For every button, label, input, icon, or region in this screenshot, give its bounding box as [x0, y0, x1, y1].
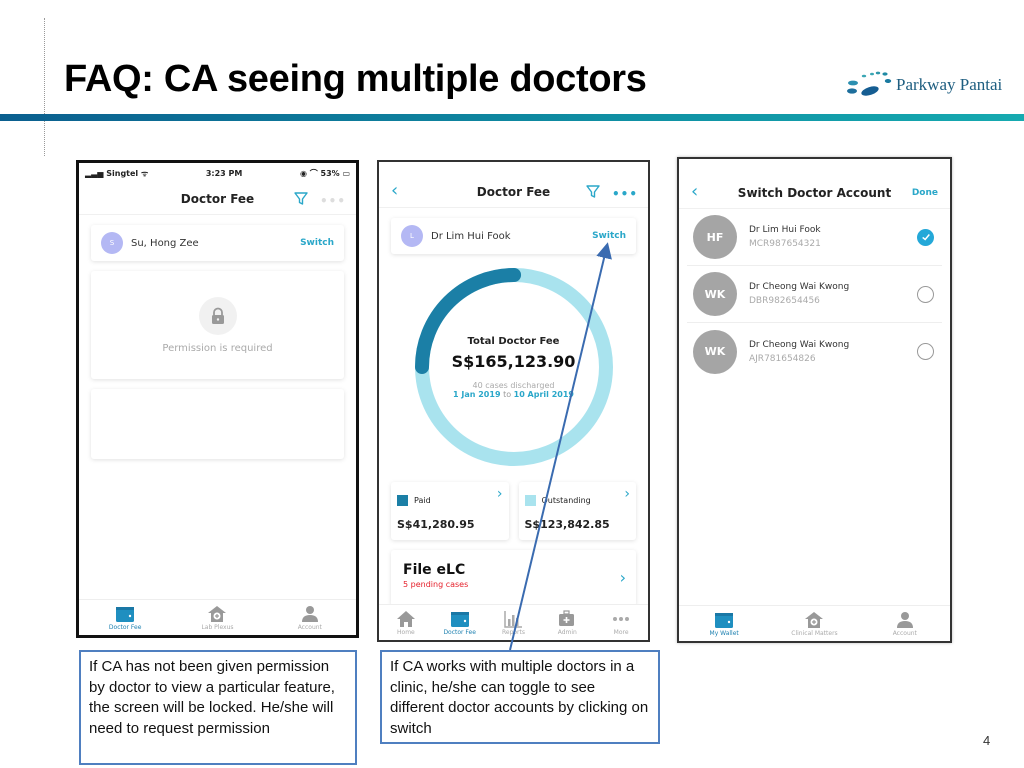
- blank-card: [91, 389, 344, 459]
- nav-title: Switch Doctor Account: [737, 185, 892, 200]
- tab-my-wallet[interactable]: My Wallet: [694, 611, 754, 637]
- tab-account[interactable]: Account: [280, 605, 340, 631]
- tab-bar: Doctor Fee Lab Plexus Account: [79, 599, 356, 635]
- medkit-icon: [559, 609, 575, 626]
- permission-card[interactable]: Permission is required: [91, 271, 344, 379]
- logo-dots-icon: [847, 71, 892, 96]
- nav-title: Doctor Fee: [180, 191, 255, 206]
- donut-label: Total Doctor Fee: [467, 335, 560, 347]
- status-bar: ▂▃▅ Singtel ᯤ 3:23 PM ◉ ⌒ 53% ▭: [79, 163, 356, 183]
- person-icon: [301, 605, 318, 622]
- phone-screen-doctor-fee: ‹ Doctor Fee ••• L Dr Lim Hui Fook Switc…: [377, 160, 650, 642]
- back-icon[interactable]: ‹: [691, 181, 698, 202]
- battery-label: ◉ ⌒ 53% ▭: [299, 168, 350, 178]
- doctor-account-list: HF Dr Lim Hui Fook MCR987654321 WK Dr Ch…: [687, 209, 942, 380]
- home-icon: [396, 610, 415, 627]
- permission-text: Permission is required: [162, 342, 273, 354]
- tab-clinical-matters[interactable]: Clinical Matters: [784, 611, 844, 637]
- doctor-selector-card: S Su, Hong Zee Switch: [91, 225, 344, 261]
- chevron-right-icon: ›: [496, 486, 503, 502]
- account-row[interactable]: WK Dr Cheong Wai Kwong AJR781654826: [687, 323, 942, 380]
- cases-count: 40 cases discharged: [472, 380, 555, 390]
- total-fee-donut: Total Doctor Fee S$165,123.90 40 cases d…: [409, 262, 619, 472]
- tab-reports[interactable]: Reports: [487, 610, 541, 636]
- page-number: 4: [983, 733, 991, 748]
- total-fee-amount: S$165,123.90: [451, 351, 576, 371]
- paid-card[interactable]: Paid › S$41,280.95: [391, 482, 509, 540]
- avatar: HF: [693, 215, 737, 259]
- callout-switch-accounts: If CA works with multiple doctors in a c…: [380, 650, 660, 744]
- tab-home[interactable]: Home: [379, 610, 433, 636]
- nav-bar: Doctor Fee •••: [79, 183, 356, 215]
- doctor-name: Dr Lim Hui Fook: [431, 230, 511, 242]
- phone-screen-locked: ▂▃▅ Singtel ᯤ 3:23 PM ◉ ⌒ 53% ▭ Doctor F…: [76, 160, 359, 638]
- switch-button[interactable]: Switch: [592, 231, 626, 241]
- parkway-pantai-logo: Parkway Pantai: [842, 70, 1002, 100]
- tab-account[interactable]: Account: [875, 611, 935, 637]
- paid-amount: S$41,280.95: [397, 518, 475, 531]
- outstanding-amount: S$123,842.85: [524, 518, 610, 531]
- wallet-icon: [715, 612, 734, 628]
- more-icon[interactable]: •••: [612, 187, 638, 201]
- date-range: 1 Jan 2019 to 10 April 2019: [453, 389, 574, 399]
- account-name: Dr Lim Hui Fook: [749, 225, 821, 235]
- clinic-icon: [805, 611, 824, 628]
- doctor-selector-card: L Dr Lim Hui Fook Switch: [391, 218, 636, 254]
- elc-pending: 5 pending cases: [403, 580, 469, 589]
- nav-bar: ‹ Switch Doctor Account Done: [679, 177, 950, 209]
- wallet-icon: [116, 606, 135, 622]
- account-id: DBR982654456: [749, 296, 820, 306]
- elc-title: File eLC: [403, 562, 466, 578]
- slide-title: FAQ: CA seeing multiple doctors: [64, 58, 647, 100]
- title-underline: [0, 114, 1024, 121]
- selected-check-icon[interactable]: [917, 228, 934, 246]
- account-row[interactable]: WK Dr Cheong Wai Kwong DBR982654456: [687, 266, 942, 323]
- bar-chart-icon: [504, 610, 523, 628]
- file-elc-card[interactable]: File eLC 5 pending cases ›: [391, 550, 636, 606]
- carrier-label: ▂▃▅ Singtel ᯤ: [85, 168, 149, 178]
- outstanding-swatch: [524, 495, 536, 506]
- doctor-name: Su, Hong Zee: [131, 237, 199, 249]
- tab-doctor-fee[interactable]: Doctor Fee: [433, 610, 487, 636]
- filter-icon[interactable]: [294, 191, 308, 210]
- phone-screen-switch-account: ‹ Switch Doctor Account Done HF Dr Lim H…: [677, 157, 952, 643]
- tab-bar: Home Doctor Fee Reports Admin More: [379, 604, 648, 640]
- account-name: Dr Cheong Wai Kwong: [749, 339, 850, 350]
- more-icon[interactable]: •••: [320, 194, 346, 208]
- account-row[interactable]: HF Dr Lim Hui Fook MCR987654321: [687, 209, 942, 266]
- tab-lab-plexus[interactable]: Lab Plexus: [187, 605, 247, 631]
- radio-unselected-icon[interactable]: [917, 343, 934, 360]
- tab-more[interactable]: More: [594, 610, 648, 636]
- clinic-icon: [208, 605, 227, 622]
- avatar: WK: [693, 329, 737, 374]
- back-icon[interactable]: ‹: [391, 180, 398, 201]
- done-button[interactable]: Done: [912, 188, 938, 198]
- wallet-icon: [450, 611, 469, 627]
- tab-doctor-fee[interactable]: Doctor Fee: [95, 605, 155, 631]
- account-id: MCR987654321: [749, 239, 821, 249]
- clock-label: 3:23 PM: [205, 168, 243, 178]
- person-icon: [896, 611, 913, 628]
- filter-icon[interactable]: [586, 184, 600, 203]
- chevron-right-icon: ›: [624, 486, 630, 502]
- paid-swatch: [397, 495, 408, 506]
- more-icon: [613, 616, 630, 621]
- switch-button[interactable]: Switch: [300, 238, 334, 248]
- avatar: WK: [693, 272, 737, 316]
- lock-icon: [198, 296, 237, 335]
- callout-locked-permission: If CA has not been given permission by d…: [79, 650, 357, 765]
- chevron-right-icon: ›: [619, 568, 626, 587]
- account-id: AJR781654826: [749, 353, 816, 364]
- doctor-avatar: S: [101, 232, 123, 254]
- doctor-avatar: L: [401, 225, 423, 247]
- guide-line: [44, 18, 45, 156]
- radio-unselected-icon[interactable]: [917, 285, 934, 303]
- outstanding-card[interactable]: Outstanding › S$123,842.85: [518, 482, 636, 540]
- tab-bar: My Wallet Clinical Matters Account: [679, 605, 950, 641]
- tab-admin[interactable]: Admin: [540, 609, 594, 636]
- logo-text: Parkway Pantai: [896, 75, 1003, 94]
- nav-title: Doctor Fee: [476, 184, 551, 199]
- account-name: Dr Cheong Wai Kwong: [749, 282, 850, 292]
- nav-bar: ‹ Doctor Fee •••: [379, 176, 648, 208]
